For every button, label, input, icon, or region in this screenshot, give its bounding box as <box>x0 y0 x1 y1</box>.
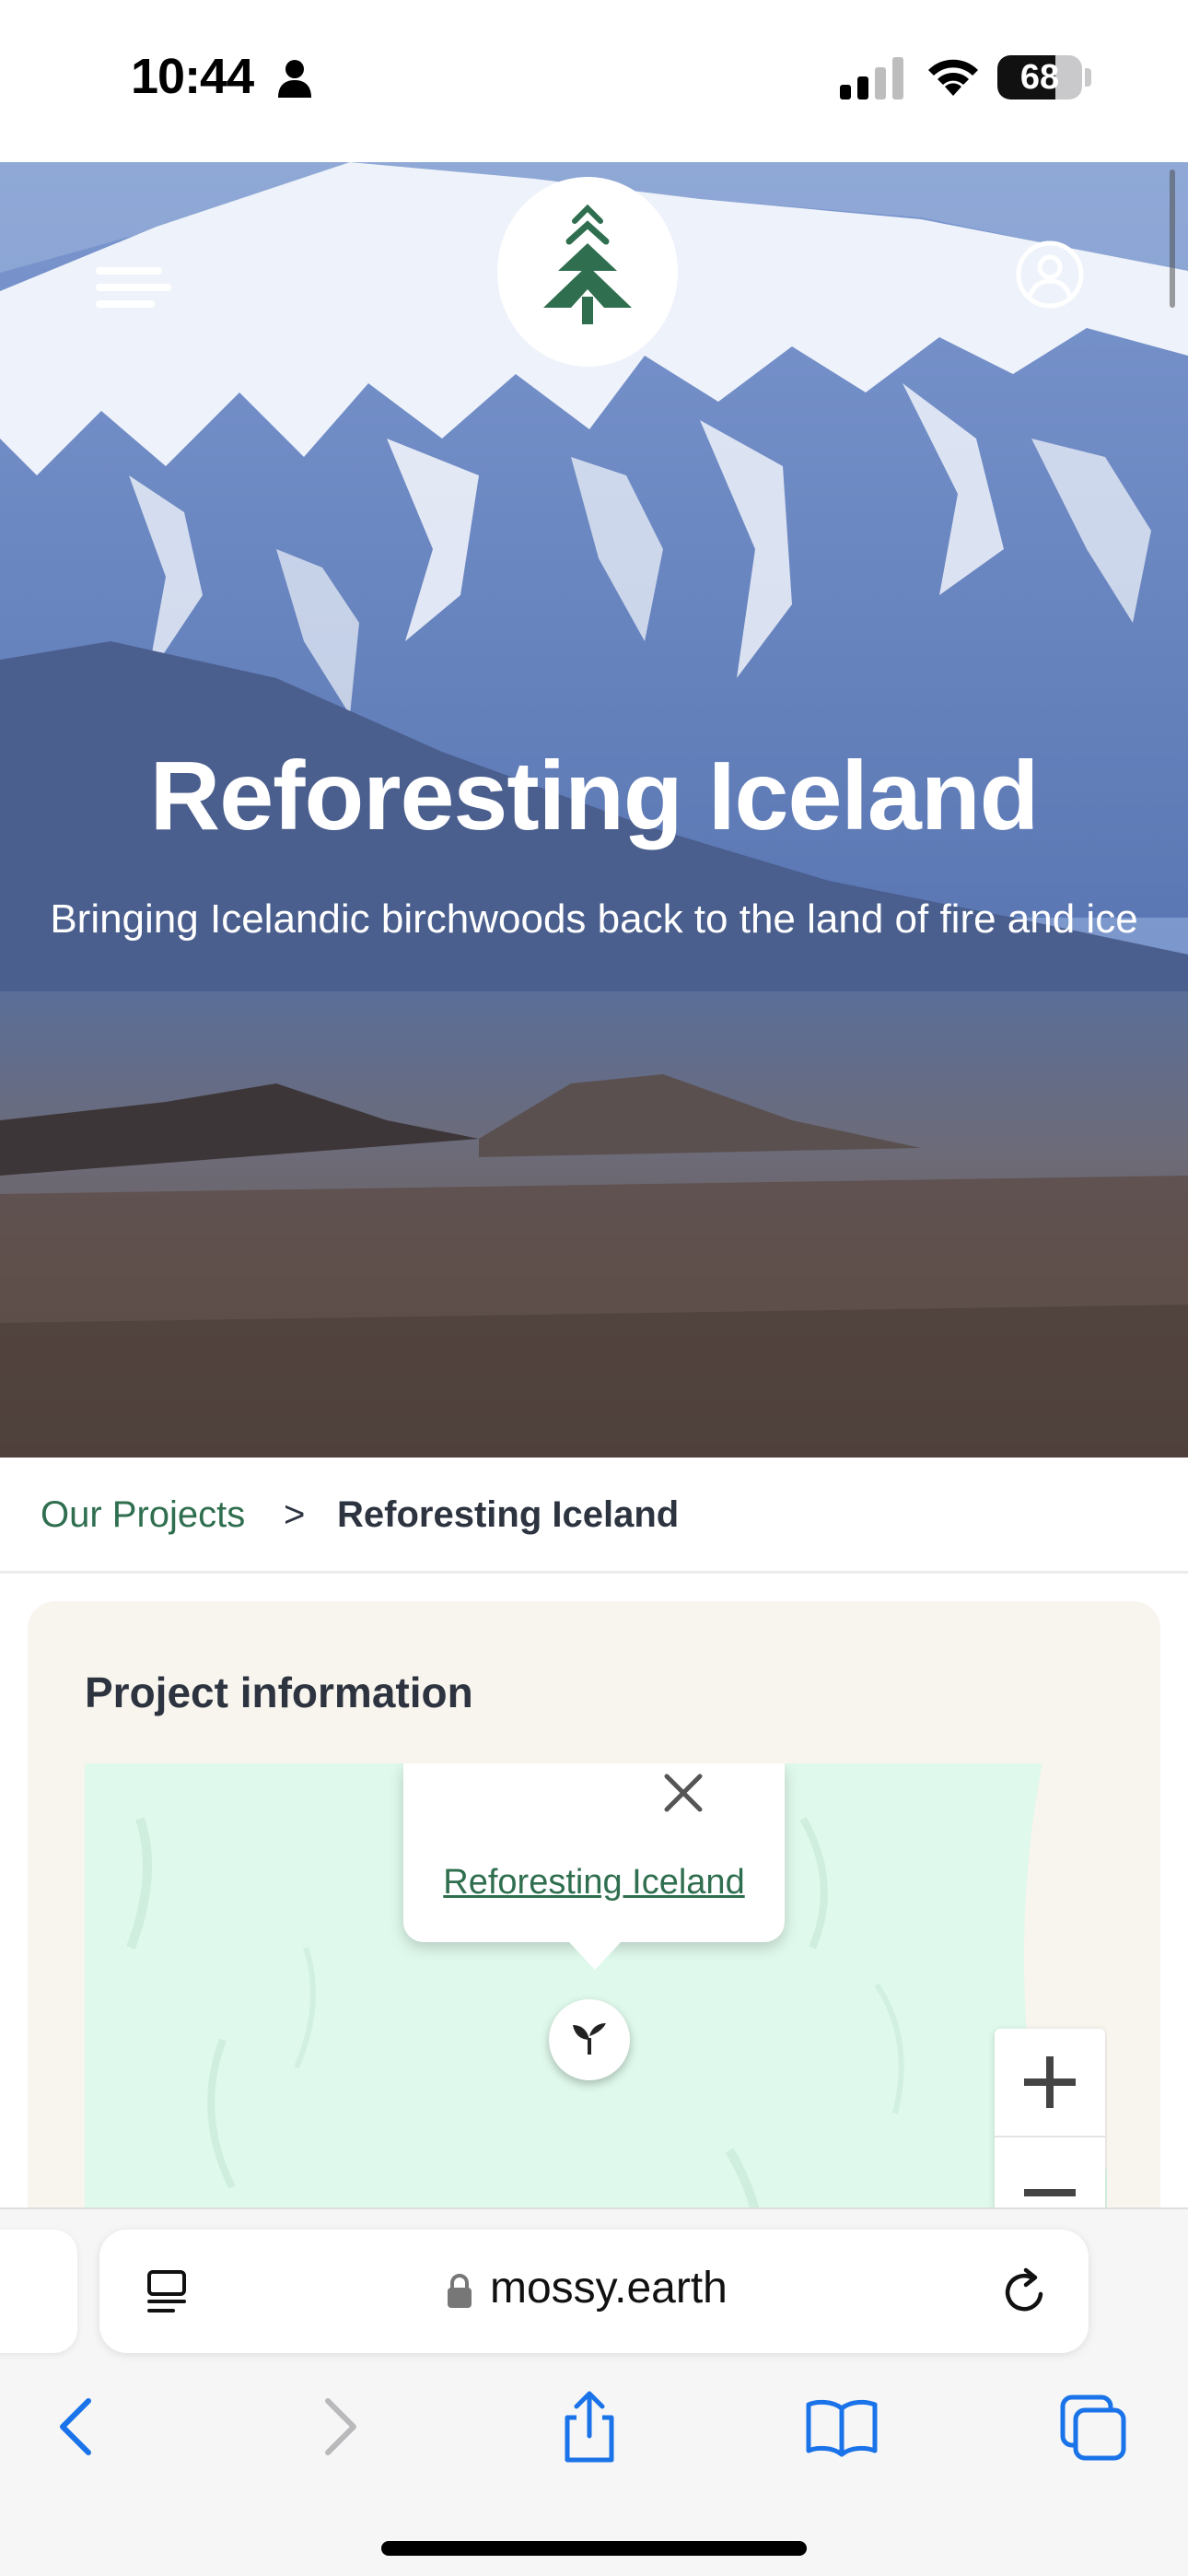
address-bar[interactable]: mossy.earth <box>99 2230 1089 2353</box>
breadcrumb-our-projects-link[interactable]: Our Projects <box>41 1494 245 1536</box>
map-popup: Reforesting Iceland <box>403 1763 785 1970</box>
url-text[interactable]: mossy.earth <box>490 2263 728 2313</box>
close-icon[interactable] <box>658 1767 709 1819</box>
status-time: 10:44 <box>131 49 254 104</box>
sprout-icon <box>573 2023 606 2055</box>
wifi-icon <box>928 59 978 96</box>
previous-tab-preview[interactable] <box>0 2230 77 2353</box>
popup-project-link[interactable]: Reforesting Iceland <box>403 1863 785 1903</box>
person-icon <box>278 60 311 98</box>
bookmarks-icon[interactable] <box>805 2390 879 2464</box>
account-icon[interactable] <box>1015 240 1085 310</box>
project-information-title: Project information <box>85 1669 473 1716</box>
tabs-icon[interactable] <box>1057 2390 1131 2464</box>
breadcrumb: Our Projects > Reforesting Iceland <box>0 1458 1188 1574</box>
back-icon[interactable] <box>42 2390 116 2464</box>
reader-icon[interactable] <box>144 2268 190 2314</box>
home-indicator[interactable] <box>381 2541 807 2556</box>
page-title: Reforesting Iceland <box>149 742 1040 850</box>
forward-icon[interactable] <box>300 2390 374 2464</box>
status-bar: 10:44 68 <box>0 0 1188 162</box>
reload-icon[interactable] <box>1000 2266 1050 2316</box>
lock-icon <box>448 2274 472 2308</box>
breadcrumb-current: Reforesting Iceland <box>337 1494 680 1535</box>
zoom-in-icon[interactable] <box>995 2029 1105 2137</box>
tree-logo-icon <box>543 205 632 324</box>
breadcrumb-separator: > <box>284 1494 306 1535</box>
browser-toolbar: mossy.earth <box>0 2207 1188 2576</box>
page-subtitle: Bringing Icelandic birchwoods back to th… <box>50 896 1138 942</box>
battery-icon: 68 <box>997 55 1082 100</box>
hamburger-menu-icon[interactable] <box>96 262 171 319</box>
mossy-earth-logo[interactable] <box>497 177 678 367</box>
share-icon[interactable] <box>553 2390 626 2464</box>
hero-banner: Reforesting Iceland Bringing Icelandic b… <box>0 162 1188 1458</box>
battery-percent: 68 <box>1019 58 1060 97</box>
battery-tip <box>1085 68 1091 87</box>
map-marker[interactable] <box>549 1999 630 2080</box>
cellular-signal-icon <box>840 57 903 100</box>
scroll-indicator[interactable] <box>1170 170 1175 308</box>
